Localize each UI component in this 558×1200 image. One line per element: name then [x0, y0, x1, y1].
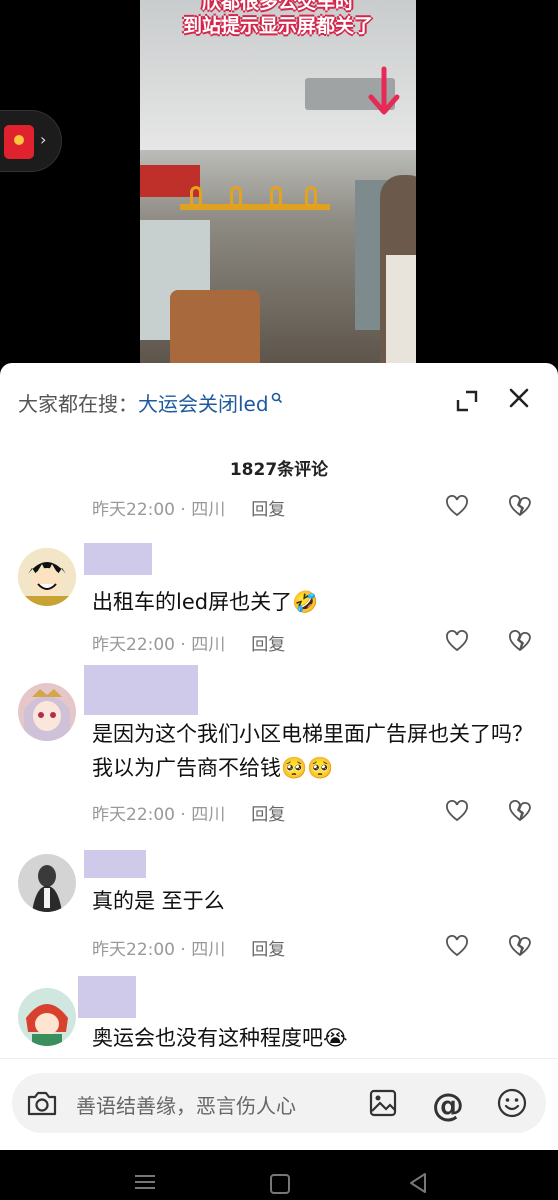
comment-meta: 昨天22:00 · 四川 回复 — [92, 494, 542, 520]
comment-meta: 昨天22:00 · 四川 回复 — [92, 629, 542, 655]
reply-button[interactable]: 回复 — [251, 935, 285, 960]
camera-icon[interactable] — [26, 1088, 58, 1118]
search-prefix: 大家都在搜： — [18, 391, 138, 416]
bus-seat — [170, 290, 260, 365]
video-caption: 欣都很多公交车时 到站提示显示屏都关了 — [140, 0, 416, 38]
broken-heart-icon[interactable] — [508, 935, 532, 957]
avatar[interactable] — [18, 683, 76, 741]
search-term-link[interactable]: 大运会关闭led — [138, 388, 269, 417]
broken-heart-icon[interactable] — [508, 495, 532, 517]
username-redacted[interactable] — [84, 543, 152, 575]
heart-icon[interactable] — [445, 800, 469, 822]
image-icon[interactable] — [368, 1088, 398, 1118]
comment-input-bar: 善语结善缘，恶言伤人心 @ — [0, 1058, 558, 1150]
close-icon[interactable] — [506, 385, 532, 411]
broken-heart-icon[interactable] — [508, 800, 532, 822]
comment-text: 奥运会也没有这种程度吧😭 — [92, 1026, 348, 1050]
caption-line-1: 欣都很多公交车时 — [201, 0, 354, 13]
comment-meta: 昨天22:00 · 四川 回复 — [92, 799, 542, 825]
search-icon — [271, 392, 282, 404]
comment-meta: 昨天22:00 · 四川 回复 — [92, 934, 542, 960]
comment-count: 1827条评论 — [229, 460, 329, 480]
redpacket-tab[interactable]: › — [0, 110, 62, 172]
comment-input[interactable]: 善语结善缘，恶言伤人心 @ — [12, 1073, 546, 1133]
heart-icon[interactable] — [445, 630, 469, 652]
at-icon[interactable]: @ — [432, 1086, 464, 1124]
username-redacted[interactable] — [78, 976, 136, 1018]
comment-time-location: 昨天22:00 · 四川 — [92, 634, 226, 655]
bus-handle — [230, 186, 242, 208]
avatar[interactable] — [18, 854, 76, 912]
comment-text: 真的是 至于么 — [92, 889, 225, 913]
caption-line-2: 到站提示显示屏都关了 — [182, 15, 373, 37]
reply-button[interactable]: 回复 — [251, 630, 285, 655]
avatar[interactable] — [18, 988, 76, 1046]
home-icon[interactable] — [270, 1174, 290, 1194]
search-suggestion[interactable]: 大家都在搜： 大运会关闭led — [18, 385, 283, 419]
avatar-image — [18, 854, 76, 912]
comment-text: 是因为这个我们小区电梯里面广告屏也关了吗？我以为广告商不给钱🥺🥺 — [92, 722, 533, 780]
emoji-icon[interactable] — [496, 1087, 528, 1119]
chevron-right-icon: › — [40, 130, 47, 149]
video-player[interactable]: 欣都很多公交车时 到站提示显示屏都关了 › — [0, 0, 558, 365]
username-redacted[interactable] — [84, 850, 146, 878]
avatar[interactable] — [18, 548, 76, 606]
expand-icon[interactable] — [455, 389, 479, 413]
redpacket-icon — [4, 125, 34, 159]
system-navigation-bar — [0, 1150, 558, 1200]
comment-time-location: 昨天22:00 · 四川 — [92, 939, 226, 960]
menu-icon[interactable] — [134, 1174, 156, 1190]
avatar-image — [18, 548, 76, 606]
back-icon[interactable] — [408, 1172, 428, 1194]
video-frame[interactable]: 欣都很多公交车时 到站提示显示屏都关了 — [140, 0, 416, 365]
avatar-image — [18, 683, 76, 741]
bus-handle — [270, 186, 282, 208]
bus-handle — [305, 186, 317, 208]
reply-button[interactable]: 回复 — [251, 800, 285, 825]
comment-text: 出租车的led屏也关了🤣 — [92, 590, 319, 614]
bus-handle — [190, 186, 202, 208]
comment-time-location: 昨天22:00 · 四川 — [92, 499, 226, 520]
comment-time-location: 昨天22:00 · 四川 — [92, 804, 226, 825]
comment-sheet: 大家都在搜： 大运会关闭led 1827条评论 昨天22:00 · 四川 回复 — [0, 363, 558, 1150]
username-redacted[interactable] — [84, 665, 198, 715]
broken-heart-icon[interactable] — [508, 630, 532, 652]
heart-icon[interactable] — [445, 495, 469, 517]
passenger-shirt — [386, 255, 416, 365]
heart-icon[interactable] — [445, 935, 469, 957]
arrow-down-icon — [368, 66, 400, 115]
avatar-image — [18, 988, 76, 1046]
input-placeholder: 善语结善缘，恶言伤人心 — [76, 1094, 296, 1118]
reply-button[interactable]: 回复 — [251, 495, 285, 520]
